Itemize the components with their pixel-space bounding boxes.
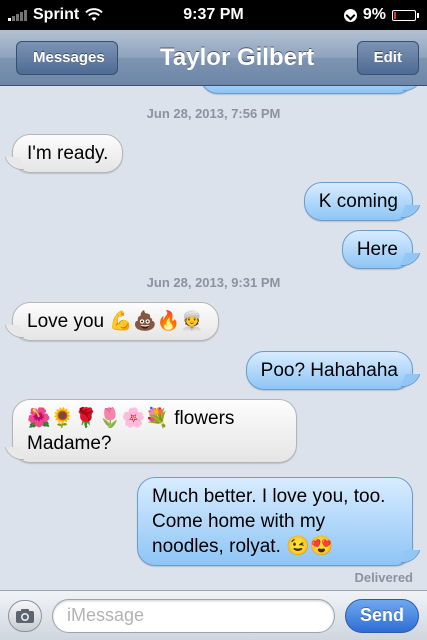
message-text: flowers [174,408,235,429]
message-emoji: 💪💩🔥👳 [109,311,205,332]
message-text: K coming [318,191,398,212]
delivered-status: Delivered [354,570,413,585]
message-text: I'm ready. [27,143,109,164]
timestamp-1: Jun 28, 2013, 7:56 PM [146,106,281,121]
message-text: Much better. I love you, too. Come home … [152,486,386,557]
camera-button[interactable] [8,599,42,632]
message-bubble-outgoing[interactable]: Here [341,230,413,269]
status-right: 9% [343,6,419,24]
conversation-title: Taylor Gilbert [160,43,315,71]
message-list[interactable]: Jun 28, 2013, 7:56 PM I'm ready. K comin… [0,86,427,590]
battery-icon [392,9,419,21]
nav-bar: Messages Taylor Gilbert Edit [0,30,427,86]
message-text: Here [356,239,398,260]
carrier-name: Sprint [33,6,80,23]
message-emoji: 🌺🌻🌹🌷🌸💐 [27,408,169,429]
message-bubble-incoming[interactable]: 🌺🌻🌹🌷🌸💐 flowers Madame? [12,399,297,463]
message-text: Poo? Hahahaha [260,360,398,381]
edit-button[interactable]: Edit [356,40,419,75]
send-button[interactable]: Send [344,598,419,633]
wifi-icon [85,8,103,21]
message-bubble-outgoing[interactable]: K coming [303,182,413,221]
status-left: Sprint [8,6,103,24]
message-bubble-incoming[interactable]: Love you 💪💩🔥👳 [12,302,220,341]
message-emoji: 😉😍 [286,536,334,557]
back-button-label: Messages [33,49,105,66]
message-bubble-incoming[interactable]: I'm ready. [12,134,124,173]
message-bubble-outgoing[interactable]: Much better. I love you, too. Come home … [137,477,413,566]
battery-fill [394,11,396,19]
signal-bars-icon [8,9,27,21]
messages-back-button[interactable]: Messages [16,40,118,75]
timestamp-2: Jun 28, 2013, 9:31 PM [146,275,281,290]
message-text: Love you [27,311,105,332]
message-bubble-outgoing[interactable]: Poo? Hahahaha [245,351,413,390]
compose-bar: Send [0,590,427,640]
message-text: Madame? [27,433,112,454]
battery-percent: 9% [362,6,386,23]
imessage-input[interactable] [52,598,335,633]
camera-icon [16,608,34,623]
status-bar: Sprint 9:37 PM 9% [0,0,427,30]
message-bubble-partial [200,86,415,94]
rotation-lock-icon [343,8,357,22]
